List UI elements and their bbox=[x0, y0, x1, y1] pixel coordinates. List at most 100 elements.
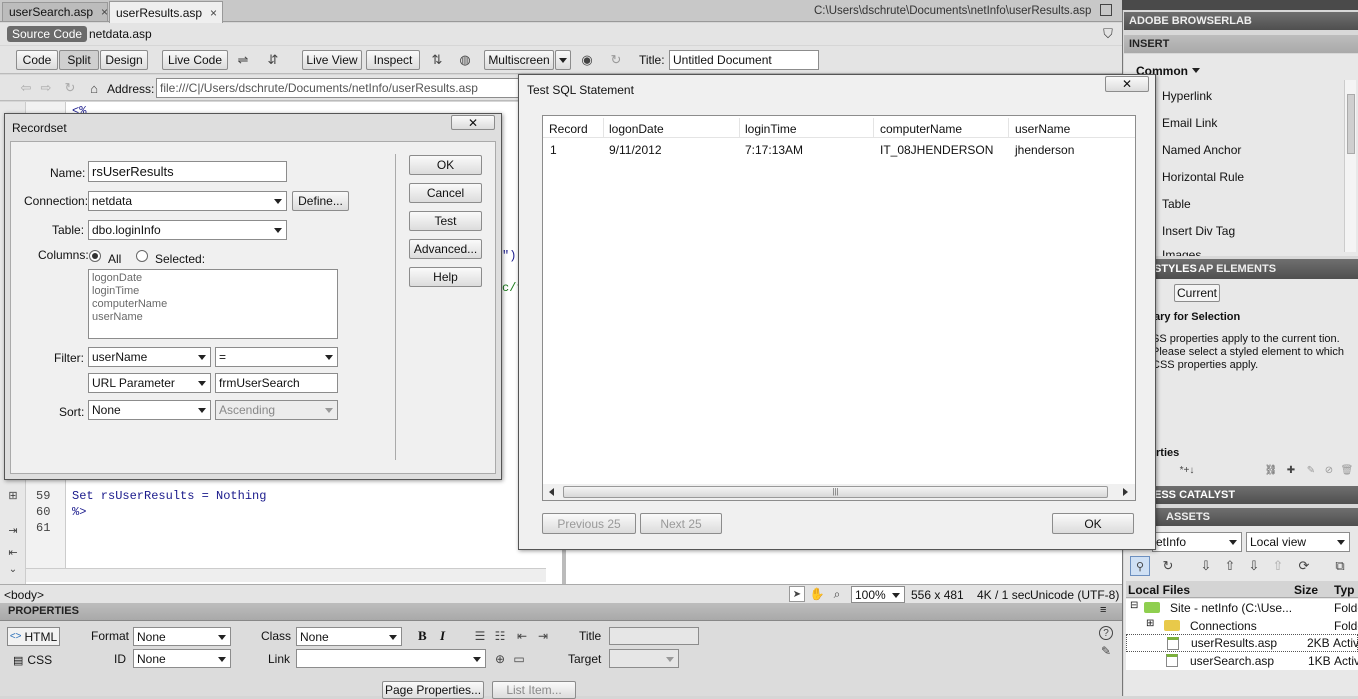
class-select[interactable]: None bbox=[296, 627, 402, 646]
col-divider[interactable] bbox=[873, 118, 874, 138]
insert-item-div[interactable]: Insert Div Tag bbox=[1162, 224, 1235, 238]
panel-menu-icon[interactable]: ≡ bbox=[1100, 604, 1106, 616]
inspect-mode-icon[interactable]: ⇌ bbox=[232, 52, 254, 68]
col-record[interactable]: Record bbox=[549, 122, 588, 136]
scroll-left-icon[interactable] bbox=[549, 488, 554, 496]
insert-item-table[interactable]: Table bbox=[1162, 197, 1191, 211]
scroll-down-icon[interactable]: ⌄ bbox=[5, 562, 21, 576]
delete-icon[interactable]: 🗑 bbox=[1340, 463, 1354, 477]
col-local-files[interactable]: Local Files bbox=[1128, 583, 1190, 597]
ok-button[interactable]: OK bbox=[409, 155, 482, 175]
sort-order-select[interactable]: Ascending bbox=[215, 400, 338, 420]
format-select[interactable]: None bbox=[133, 627, 231, 646]
insert-item-email[interactable]: Email Link bbox=[1162, 116, 1217, 130]
advanced-button[interactable]: Advanced... bbox=[409, 239, 482, 259]
expand-icon[interactable]: ⊞ bbox=[1146, 618, 1154, 629]
close-button[interactable]: ✕ bbox=[451, 115, 495, 130]
filter-value-input[interactable]: frmUserSearch bbox=[215, 373, 338, 393]
refresh-icon[interactable]: ↻ bbox=[606, 52, 626, 68]
address-input[interactable]: file:///C|/Users/dschrute/Documents/netI… bbox=[156, 78, 526, 98]
col-type[interactable]: Typ bbox=[1334, 583, 1354, 597]
category-view-icon[interactable]: *+↓ bbox=[1166, 463, 1208, 477]
col-divider[interactable] bbox=[603, 118, 604, 138]
point-to-file-icon[interactable]: ⊕ bbox=[492, 651, 508, 667]
expand-icon[interactable]: ⧉ bbox=[1330, 556, 1350, 576]
col-logintime[interactable]: loginTime bbox=[745, 122, 797, 136]
get-files-icon[interactable]: ⇩ bbox=[1196, 556, 1216, 576]
live-view-button[interactable]: Live View bbox=[302, 50, 362, 70]
list-item[interactable]: logonDate bbox=[92, 272, 334, 285]
source-code-button[interactable]: Source Code bbox=[7, 26, 88, 42]
indent-icon[interactable]: ⇥ bbox=[5, 522, 21, 538]
related-file-netdata[interactable]: netdata.asp bbox=[89, 27, 152, 41]
list-item[interactable]: userName bbox=[92, 311, 334, 324]
columns-list[interactable]: logonDate loginTime computerName userNam… bbox=[88, 269, 338, 339]
check-out-icon[interactable]: ⇩ bbox=[1244, 556, 1264, 576]
edit-rule-icon[interactable]: ✎ bbox=[1304, 463, 1318, 477]
file-row-userresults[interactable]: userResults.asp 2KB Activ bbox=[1126, 634, 1358, 652]
check-in-icon[interactable]: ⇧ bbox=[1268, 556, 1288, 576]
scroll-thumb[interactable]: ||| bbox=[563, 486, 1108, 498]
design-view-button[interactable]: Design bbox=[100, 50, 148, 70]
link-input[interactable] bbox=[296, 649, 486, 668]
globe-icon[interactable]: ◍ bbox=[454, 52, 476, 68]
outdent-icon[interactable]: ⇤ bbox=[514, 628, 530, 644]
tab-usersearch[interactable]: userSearch.asp × bbox=[2, 2, 108, 22]
filter-column-select[interactable]: userName bbox=[88, 347, 211, 367]
code-view-button[interactable]: Code bbox=[16, 50, 58, 70]
scroll-thumb[interactable] bbox=[1347, 94, 1355, 154]
connect-icon[interactable]: ⚲ bbox=[1130, 556, 1150, 576]
attach-style-icon[interactable]: ⛓ bbox=[1264, 463, 1278, 477]
connection-select[interactable]: netdata bbox=[88, 191, 287, 211]
tag-selector[interactable]: <body> bbox=[4, 588, 44, 602]
scroll-right-icon[interactable] bbox=[1123, 488, 1128, 496]
name-input[interactable]: rsUserResults bbox=[88, 161, 287, 182]
filter-operator-select[interactable]: = bbox=[215, 347, 338, 367]
tab-css-styles[interactable]: STYLES bbox=[1154, 263, 1197, 275]
ok-button[interactable]: OK bbox=[1052, 513, 1134, 534]
live-code-button[interactable]: Live Code bbox=[162, 50, 228, 70]
css-mode-button[interactable]: ▤ CSS bbox=[13, 651, 55, 669]
cancel-button[interactable]: Cancel bbox=[409, 183, 482, 203]
file-management-icon[interactable]: ⇵ bbox=[262, 52, 284, 68]
close-button[interactable]: ✕ bbox=[1105, 76, 1149, 92]
quick-tag-editor-icon[interactable]: ✎ bbox=[1098, 643, 1114, 659]
site-select[interactable]: etInfo bbox=[1152, 532, 1242, 552]
restore-icon[interactable] bbox=[1100, 4, 1112, 16]
list-item-button[interactable]: List Item... bbox=[492, 681, 576, 699]
title-input[interactable] bbox=[609, 627, 699, 645]
next-25-button[interactable]: Next 25 bbox=[640, 513, 722, 534]
browserlab-header[interactable]: ADOBE BROWSERLAB bbox=[1124, 12, 1358, 30]
table-select[interactable]: dbo.loginInfo bbox=[88, 220, 287, 240]
forward-icon[interactable]: ⇨ bbox=[38, 80, 54, 96]
window-size[interactable]: 556 x 481 bbox=[911, 588, 964, 602]
insert-item-hyperlink[interactable]: Hyperlink bbox=[1162, 89, 1212, 103]
col-computername[interactable]: computerName bbox=[880, 122, 962, 136]
refresh-icon[interactable]: ↻ bbox=[62, 80, 78, 96]
col-logondate[interactable]: logonDate bbox=[609, 122, 664, 136]
business-catalyst-header[interactable]: ESS CATALYST bbox=[1124, 486, 1358, 504]
tab-userresults[interactable]: userResults.asp × bbox=[109, 1, 223, 23]
multiscreen-button[interactable]: Multiscreen bbox=[484, 50, 554, 70]
split-view-button[interactable]: Split bbox=[59, 50, 99, 70]
outdent-icon[interactable]: ⇤ bbox=[5, 544, 21, 560]
tab-assets[interactable]: ASSETS bbox=[1166, 511, 1210, 523]
list-item[interactable]: loginTime bbox=[92, 285, 334, 298]
synchronize-icon[interactable]: ⟳ bbox=[1294, 556, 1314, 576]
collapse-icon[interactable]: ⊟ bbox=[1130, 600, 1138, 611]
multiscreen-dropdown[interactable] bbox=[555, 50, 571, 70]
define-button[interactable]: Define... bbox=[292, 191, 349, 211]
id-select[interactable]: None bbox=[133, 649, 231, 668]
insert-item-images[interactable]: Images bbox=[1162, 248, 1201, 256]
filter-source-select[interactable]: URL Parameter bbox=[88, 373, 211, 393]
col-divider[interactable] bbox=[1008, 118, 1009, 138]
back-icon[interactable]: ⇦ bbox=[18, 80, 34, 96]
browse-folder-icon[interactable]: ▭ bbox=[511, 651, 527, 667]
test-button[interactable]: Test bbox=[409, 211, 482, 231]
file-row-usersearch[interactable]: userSearch.asp 1KB Activ bbox=[1126, 652, 1358, 670]
title-input[interactable]: Untitled Document bbox=[669, 50, 819, 70]
file-row-site[interactable]: ⊟ Site - netInfo (C:\Use... Folde bbox=[1126, 599, 1358, 617]
tab-ap-elements[interactable]: AP ELEMENTS bbox=[1198, 263, 1276, 275]
sort-icon[interactable]: ⇅ bbox=[426, 52, 448, 68]
preview-icon[interactable]: ◉ bbox=[576, 52, 598, 68]
